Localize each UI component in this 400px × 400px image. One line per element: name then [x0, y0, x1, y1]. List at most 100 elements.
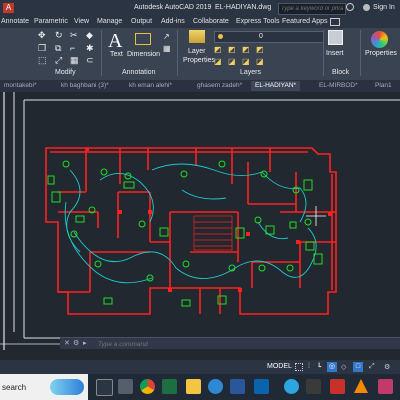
- calculator-icon[interactable]: [118, 379, 133, 394]
- file-tab[interactable]: montakebi*: [0, 81, 41, 91]
- tab-output[interactable]: Output: [131, 18, 152, 25]
- layer-dropdown[interactable]: 0: [214, 31, 324, 43]
- model-space-button[interactable]: MODEL: [267, 363, 292, 370]
- floor-plan-drawing: [0, 92, 400, 350]
- taskbar-search-box[interactable]: search: [0, 374, 88, 400]
- panel-label-block[interactable]: Block: [332, 69, 349, 76]
- layer-tool-icon[interactable]: ◪: [242, 57, 251, 66]
- text-button[interactable]: Text: [110, 51, 123, 58]
- polar-icon[interactable]: ◎: [327, 362, 337, 372]
- dimension-icon[interactable]: [135, 33, 151, 45]
- command-input[interactable]: [96, 339, 300, 350]
- tab-featured-apps[interactable]: Featured Apps: [282, 18, 328, 25]
- scale-icon[interactable]: ⤢: [55, 56, 64, 65]
- isodraft-icon[interactable]: ◇: [341, 363, 346, 371]
- layer-status-icon: [218, 34, 223, 39]
- media-player-icon[interactable]: [306, 379, 321, 394]
- ortho-icon[interactable]: ┗: [317, 363, 321, 371]
- fillet-icon[interactable]: ⌐: [70, 44, 79, 53]
- edge-icon[interactable]: [208, 379, 223, 394]
- close-icon[interactable]: ✕: [64, 339, 70, 347]
- insert-button[interactable]: Insert: [326, 50, 344, 57]
- file-tab[interactable]: EL-MIRBOD*: [315, 81, 362, 91]
- tab-view[interactable]: View: [74, 18, 89, 25]
- properties-button[interactable]: Properties: [365, 50, 397, 57]
- file-tab[interactable]: kh eman alehi*: [125, 81, 176, 91]
- stretch-icon[interactable]: ⬚: [38, 56, 47, 65]
- workspace-icon[interactable]: ⚙: [384, 363, 390, 371]
- word-icon[interactable]: [230, 379, 245, 394]
- trim-icon[interactable]: ✂: [70, 31, 79, 40]
- layer-tool-icon[interactable]: ◪: [256, 57, 265, 66]
- layer-tool-icon[interactable]: ◪: [214, 57, 223, 66]
- osnap-icon[interactable]: □: [353, 362, 363, 372]
- separator: [101, 30, 102, 76]
- command-prompt-icon: ▸: [83, 340, 87, 347]
- telegram-icon[interactable]: [284, 379, 299, 394]
- task-view-icon[interactable]: [96, 379, 113, 396]
- file-tab-bar: montakebi* kh baghbani (3)* kh eman aleh…: [0, 80, 400, 92]
- outlook-icon[interactable]: [254, 379, 269, 394]
- properties-icon[interactable]: [371, 31, 388, 48]
- chrome-icon[interactable]: [140, 379, 155, 394]
- ribbon: ✥ ↻ ✂ ◆ ❐ ⧉ ⌐ ✱ ⬚ ⤢ ▦ ⊂ Modify A Text Di…: [0, 28, 400, 81]
- search-box[interactable]: [278, 3, 346, 15]
- layer-tool-icon[interactable]: ◩: [228, 45, 237, 54]
- tab-collaborate[interactable]: Collaborate: [193, 18, 229, 25]
- layer-properties-icon[interactable]: [189, 30, 205, 43]
- file-tab[interactable]: Plan1: [371, 81, 396, 91]
- panel-label-modify[interactable]: Modify: [55, 69, 76, 76]
- file-tab-active[interactable]: EL-HADIYAN*: [251, 81, 301, 91]
- tab-parametric[interactable]: Parametric: [34, 18, 68, 25]
- tab-manage[interactable]: Manage: [97, 18, 122, 25]
- file-tab[interactable]: kh baghbani (3)*: [57, 81, 113, 91]
- separator: [360, 30, 361, 76]
- command-line[interactable]: ✕ ⚙ ▸: [60, 337, 400, 350]
- layer-properties-button[interactable]: Layer: [188, 48, 206, 55]
- layer-tool-icon[interactable]: ◩: [214, 45, 223, 54]
- vlc-icon[interactable]: [354, 379, 368, 393]
- offset-icon[interactable]: ⊂: [86, 56, 95, 65]
- app-icon[interactable]: [378, 379, 393, 394]
- ribbon-tabs: Annotate Parametric View Manage Output A…: [0, 16, 400, 28]
- excel-icon[interactable]: [162, 379, 177, 394]
- mirror-icon[interactable]: ⧉: [55, 44, 64, 53]
- app-title: Autodesk AutoCAD 2019: [134, 4, 212, 11]
- text-icon[interactable]: A: [108, 30, 122, 53]
- drawing-canvas[interactable]: [0, 92, 400, 350]
- ribbon-toggle-icon[interactable]: [330, 18, 340, 26]
- snap-icon[interactable]: ⁞: [308, 363, 310, 370]
- leader-icon[interactable]: ↗: [163, 33, 172, 41]
- erase-icon[interactable]: ◆: [86, 31, 95, 40]
- layer-tool-icon[interactable]: ◪: [228, 57, 237, 66]
- explode-icon[interactable]: ✱: [86, 44, 95, 53]
- file-tab[interactable]: ghasem zadeh*: [193, 81, 246, 91]
- panel-label-layers[interactable]: Layers: [240, 69, 261, 76]
- panel-label-annotation[interactable]: Annotation: [122, 69, 155, 76]
- autocad-icon[interactable]: [330, 379, 345, 394]
- user-icon[interactable]: [363, 4, 370, 11]
- array-icon[interactable]: ▦: [70, 56, 79, 65]
- copy-icon[interactable]: ❐: [38, 44, 47, 53]
- search-highlight-icon: [50, 379, 84, 395]
- search-icon[interactable]: [346, 3, 354, 11]
- table-icon[interactable]: ▦: [163, 45, 172, 53]
- tab-express-tools[interactable]: Express Tools: [236, 18, 279, 25]
- insert-icon[interactable]: [328, 30, 343, 45]
- search-input[interactable]: [279, 4, 345, 14]
- app-menu-icon[interactable]: A: [3, 3, 14, 13]
- status-bar: MODEL ⁞ ┗ ◎ ◇ □ ⤢ ⚙: [0, 360, 400, 374]
- tab-addins[interactable]: Add-ins: [161, 18, 185, 25]
- dimension-button[interactable]: Dimension: [127, 51, 160, 58]
- separator: [323, 30, 324, 76]
- sign-in-link[interactable]: Sign In: [373, 4, 395, 11]
- layer-tool-icon[interactable]: ◩: [242, 45, 251, 54]
- annotation-scale-icon[interactable]: ⤢: [369, 363, 375, 371]
- layer-tool-icon[interactable]: ◩: [256, 45, 265, 54]
- grid-icon[interactable]: [295, 363, 303, 371]
- move-icon[interactable]: ✥: [38, 31, 47, 40]
- file-explorer-icon[interactable]: [186, 379, 201, 394]
- wrench-icon[interactable]: ⚙: [73, 339, 79, 347]
- rotate-icon[interactable]: ↻: [55, 31, 64, 40]
- tab-annotate[interactable]: Annotate: [1, 18, 29, 25]
